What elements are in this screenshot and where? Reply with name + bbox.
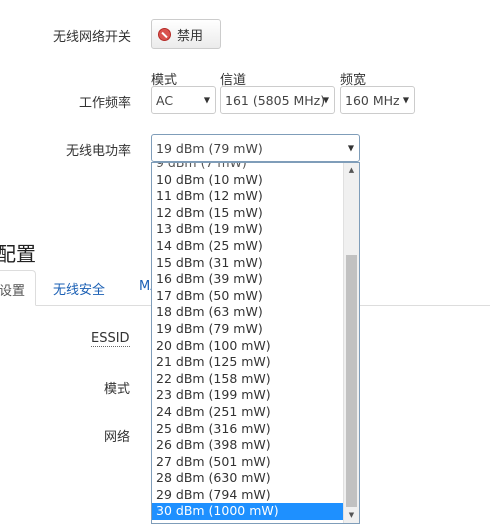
dropdown-option[interactable]: 15 dBm (31 mW)	[152, 255, 344, 272]
dropdown-option[interactable]: 16 dBm (39 mW)	[152, 271, 344, 288]
chevron-down-icon: ▼	[347, 143, 354, 153]
wireless-switch-label: 无线网络开关	[52, 30, 131, 45]
disable-button[interactable]: 禁用	[151, 19, 221, 49]
power-label: 无线电功率	[65, 144, 131, 159]
tab-settings[interactable]: 设置	[0, 270, 36, 306]
mode-select-value: AC	[156, 92, 174, 108]
channel-select[interactable]: 161 (5805 MHz) ▼	[220, 86, 335, 114]
dropdown-option[interactable]: 22 dBm (158 mW)	[152, 371, 344, 388]
tab-settings-label: 设置	[0, 284, 26, 299]
scroll-up-icon[interactable]: ▲	[344, 163, 359, 178]
network-label: 网络	[104, 430, 131, 445]
width-select[interactable]: 160 MHz ▼	[340, 86, 415, 114]
scroll-thumb[interactable]	[346, 255, 357, 507]
dropdown-option[interactable]: 19 dBm (79 mW)	[152, 321, 344, 338]
mode-label: 模式	[104, 382, 131, 397]
channel-select-value: 161 (5805 MHz)	[225, 92, 326, 108]
mode-select[interactable]: AC ▼	[151, 86, 216, 114]
power-select[interactable]: 19 dBm (79 mW) ▼	[151, 134, 360, 162]
dropdown-option[interactable]: 29 dBm (794 mW)	[152, 487, 344, 504]
essid-label: ESSID	[91, 331, 130, 347]
power-select-value: 19 dBm (79 mW)	[156, 140, 263, 156]
disable-button-label: 禁用	[177, 28, 204, 44]
dropdown-option[interactable]: 17 dBm (50 mW)	[152, 288, 344, 305]
dropdown-option[interactable]: 12 dBm (15 mW)	[152, 205, 344, 222]
power-dropdown-list[interactable]: 9 dBm (7 mW) 10 dBm (10 mW) 11 dBm (12 m…	[151, 162, 360, 524]
chevron-down-icon: ▼	[322, 95, 329, 105]
dropdown-option[interactable]: 23 dBm (199 mW)	[152, 387, 344, 404]
dropdown-option[interactable]: 18 dBm (63 mW)	[152, 304, 344, 321]
dropdown-option[interactable]: 9 dBm (7 mW)	[152, 163, 344, 172]
dropdown-option[interactable]: 25 dBm (316 mW)	[152, 421, 344, 438]
dropdown-option[interactable]: 27 dBm (501 mW)	[152, 454, 344, 471]
dropdown-option[interactable]: 26 dBm (398 mW)	[152, 437, 344, 454]
dropdown-option[interactable]: 24 dBm (251 mW)	[152, 404, 344, 421]
dropdown-option[interactable]: 13 dBm (19 mW)	[152, 221, 344, 238]
dropdown-option[interactable]: 20 dBm (100 mW)	[152, 338, 344, 355]
tab-wireless-security[interactable]: 无线安全	[53, 279, 105, 298]
frequency-label: 工作频率	[78, 96, 131, 111]
scroll-down-icon[interactable]: ▼	[344, 508, 359, 523]
dropdown-option[interactable]: 21 dBm (125 mW)	[152, 354, 344, 371]
dropdown-option[interactable]: 14 dBm (25 mW)	[152, 238, 344, 255]
dropdown-scrollbar[interactable]: ▲ ▼	[343, 163, 359, 523]
ban-icon	[158, 27, 171, 41]
chevron-down-icon: ▼	[203, 95, 210, 105]
width-select-value: 160 MHz	[345, 92, 400, 108]
dropdown-option[interactable]: 10 dBm (10 mW)	[152, 172, 344, 189]
dropdown-option[interactable]: 11 dBm (12 mW)	[152, 188, 344, 205]
dropdown-option[interactable]: 28 dBm (630 mW)	[152, 470, 344, 487]
chevron-down-icon: ▼	[402, 95, 409, 105]
section-title: 配置	[0, 242, 36, 266]
dropdown-option-selected[interactable]: 30 dBm (1000 mW)	[152, 503, 344, 521]
